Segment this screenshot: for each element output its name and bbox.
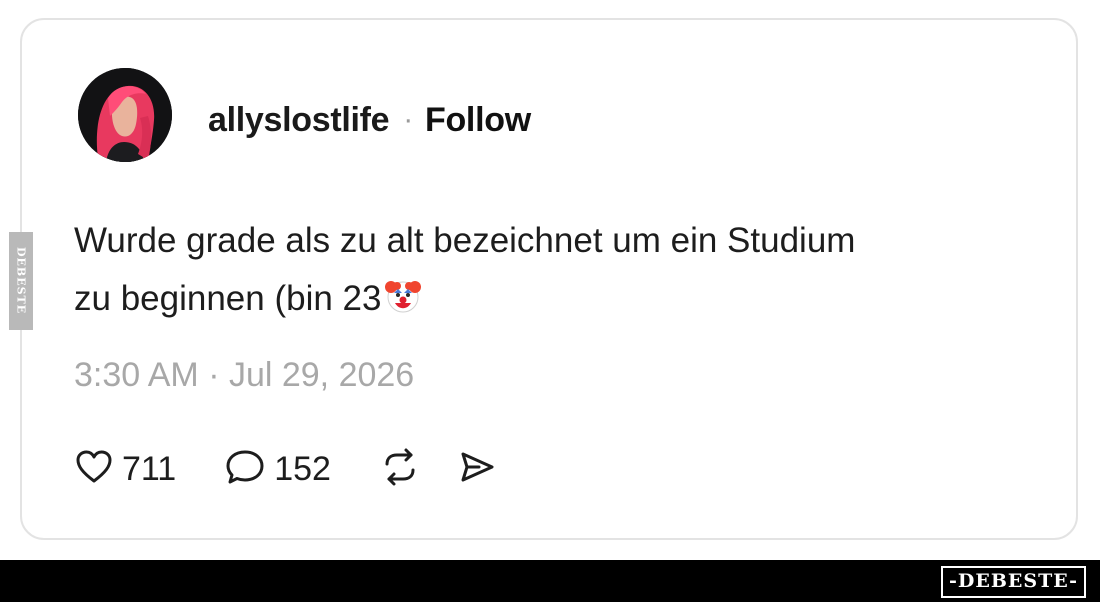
reply-count: 152 [274, 449, 331, 488]
post-card: allyslostlife · Follow Wurde grade als z… [20, 18, 1078, 540]
like-count: 711 [122, 449, 177, 488]
share-button[interactable] [457, 447, 497, 492]
reply-button[interactable]: 152 [224, 447, 331, 492]
side-watermark: DEBESTE [9, 232, 33, 330]
send-icon [457, 447, 497, 492]
brand-logo: -DEBESTE- [941, 566, 1086, 598]
post-body: Wurde grade als zu alt bezeichnet um ein… [74, 212, 1014, 334]
repost-icon [379, 446, 421, 493]
repost-button[interactable] [379, 446, 421, 493]
clown-face-icon [383, 276, 423, 334]
post-header: allyslostlife · Follow [208, 98, 531, 142]
watermark-bar: -DEBESTE- [0, 560, 1100, 602]
avatar[interactable] [78, 68, 172, 162]
separator-dot: · [403, 103, 413, 136]
heart-icon [74, 447, 114, 492]
follow-button[interactable]: Follow [425, 101, 531, 140]
post-text: Wurde grade als zu alt bezeichnet um ein… [74, 221, 856, 318]
side-watermark-text: DEBESTE [14, 247, 28, 315]
comment-bubble-icon [224, 447, 266, 492]
username[interactable]: allyslostlife [208, 101, 390, 140]
timestamp[interactable]: 3:30 AM · Jul 29, 2026 [74, 356, 414, 395]
action-bar: 711 152 [74, 444, 497, 494]
like-button[interactable]: 711 [74, 447, 176, 492]
